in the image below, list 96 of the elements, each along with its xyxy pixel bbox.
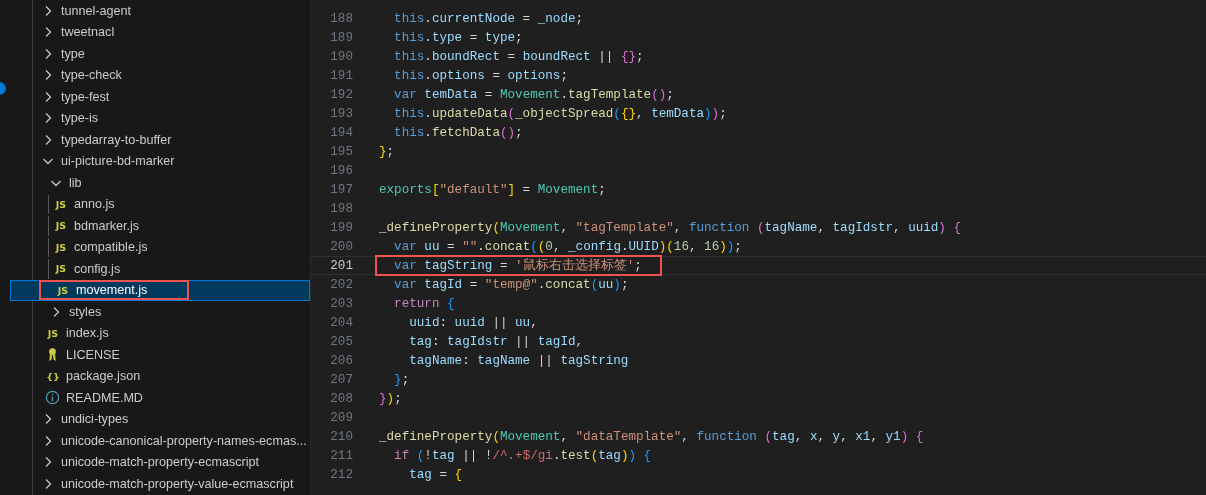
line-number: 201 <box>329 258 353 273</box>
tree-item[interactable]: JS movement.js <box>10 279 310 301</box>
code-line: uuid: uuid || uu, <box>408 314 539 332</box>
code-line: this.type = type; <box>393 29 524 47</box>
tree-item[interactable]: type-fest <box>0 86 310 108</box>
file-name: typedarray-to-buffer <box>61 132 172 147</box>
line-number: 195 <box>329 144 353 159</box>
file-type-icon: {} <box>45 370 61 382</box>
line-number: 200 <box>329 239 353 254</box>
line-number: 212 <box>329 467 353 482</box>
line-number: 209 <box>329 410 353 425</box>
code-line: if (!tag || !/^.+$/gi.test(tag)) { <box>393 447 653 465</box>
code-line: var uu = "".concat((0, _config.UUID)(16, 16)); <box>393 238 743 256</box>
tree-item[interactable]: {} package.json <box>0 365 310 387</box>
file-type-icon: JS <box>45 327 61 339</box>
code-line: tag = { <box>408 466 464 484</box>
file-name: type-is <box>61 111 99 126</box>
file-name: LICENSE <box>66 347 120 362</box>
file-name: undici-types <box>61 412 129 427</box>
file-name: tweetnacl <box>61 25 115 40</box>
file-type-icon: JS <box>55 284 71 296</box>
file-name: styles <box>69 304 102 319</box>
info-icon <box>45 390 60 406</box>
line-number: 196 <box>329 163 353 178</box>
code-line: this.fetchData(); <box>393 124 524 142</box>
file-name: package.json <box>66 369 141 384</box>
code-line: this.updateData(_objectSpread({}, temData)); <box>393 105 728 123</box>
file-name: type-check <box>61 68 122 83</box>
tree-item[interactable]: unicode-match-property-ecmascript <box>0 451 310 473</box>
tree-item[interactable]: lib <box>0 172 310 194</box>
code-line: return { <box>393 295 456 313</box>
tree-item[interactable]: README.MD <box>0 387 310 409</box>
line-number: 193 <box>329 106 353 121</box>
tree-item[interactable]: typedarray-to-buffer <box>0 129 310 151</box>
line-number: 197 <box>329 182 353 197</box>
file-name: unicode-match-property-value-ecmascript <box>61 476 294 491</box>
code-line: this.currentNode = _node; <box>393 10 585 28</box>
line-number: 191 <box>329 68 353 83</box>
file-name: type <box>61 46 85 61</box>
code-line: }; <box>378 143 396 161</box>
file-type-icon: JS <box>53 220 69 232</box>
line-number: 192 <box>329 87 353 102</box>
code-line: this.options = options; <box>393 67 569 85</box>
file-name: bdmarker.js <box>74 218 140 233</box>
line-number: 199 <box>329 220 353 235</box>
tree-item[interactable]: undici-types <box>0 408 310 430</box>
code-line: exports["default"] = Movement; <box>378 181 607 199</box>
tree-item[interactable]: unicode-match-property-value-ecmascript <box>0 473 310 495</box>
code-line: var tagId = "temp@".concat(uu); <box>393 276 630 294</box>
line-number: 198 <box>329 201 353 216</box>
file-name: movement.js <box>76 283 148 298</box>
file-name: config.js <box>74 261 121 276</box>
code-line: }; <box>393 371 411 389</box>
file-name: unicode-match-property-ecmascript <box>61 455 260 470</box>
file-name: compatible.js <box>74 240 148 255</box>
code-line: _defineProperty(Movement, "tagTemplate", function (tagName, tagIdstr, uuid) { <box>378 219 963 237</box>
file-name: anno.js <box>74 197 115 212</box>
file-type-icon: JS <box>53 198 69 210</box>
line-number: 188 <box>329 11 353 26</box>
line-number: 208 <box>329 391 353 406</box>
code-line: var temData = Movement.tagTemplate(); <box>393 86 675 104</box>
line-number: 202 <box>329 277 353 292</box>
code-line: _defineProperty(Movement, "dataTemplate", function (tag, x, y, x1, y1) { <box>378 428 925 446</box>
tree-item[interactable]: tweetnacl <box>0 21 310 43</box>
tree-item[interactable]: type-check <box>0 64 310 86</box>
line-number: 189 <box>329 30 353 45</box>
tree-item[interactable]: LICENSE <box>0 344 310 366</box>
code-line: this.boundRect = boundRect || {}; <box>393 48 645 66</box>
tree-item[interactable]: type-is <box>0 107 310 129</box>
line-number: 204 <box>329 315 353 330</box>
file-name: tunnel-agent <box>61 3 132 18</box>
file-name: unicode-canonical-property-names-ecmas... <box>61 433 307 448</box>
file-name: ui-picture-bd-marker <box>61 154 175 169</box>
tree-item[interactable]: styles <box>0 301 310 323</box>
file-name: lib <box>69 175 82 190</box>
tree-item[interactable]: JS index.js <box>0 322 310 344</box>
code-line: tagName: tagName || tagString <box>408 352 630 370</box>
line-number: 211 <box>329 448 353 463</box>
line-number: 194 <box>329 125 353 140</box>
line-number: 203 <box>329 296 353 311</box>
code-line: tag: tagIdstr || tagId, <box>408 333 585 351</box>
tree-item[interactable]: tunnel-agent <box>0 0 310 22</box>
line-number: 210 <box>329 429 353 444</box>
line-number: 206 <box>329 353 353 368</box>
code-line: }); <box>378 390 403 408</box>
file-name: README.MD <box>66 390 143 405</box>
line-number: 207 <box>329 372 353 387</box>
file-name: type-fest <box>61 89 110 104</box>
file-type-icon: JS <box>53 263 69 275</box>
tree-item[interactable]: unicode-canonical-property-names-ecmas... <box>0 430 310 452</box>
tree-item[interactable]: ui-picture-bd-marker <box>0 150 310 172</box>
tree-item[interactable]: type <box>0 43 310 65</box>
file-name: index.js <box>66 326 109 341</box>
file-type-icon: JS <box>53 241 69 253</box>
line-number: 190 <box>329 49 353 64</box>
line-number: 205 <box>329 334 353 349</box>
